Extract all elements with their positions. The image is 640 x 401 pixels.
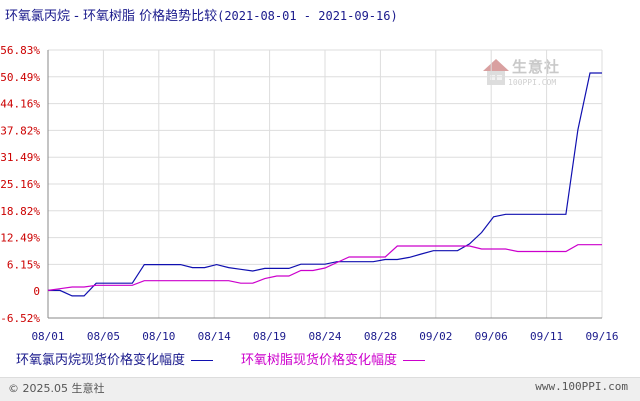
footer-site-link[interactable]: www.100PPI.com: [535, 380, 628, 393]
legend-label-2: 环氧树脂现货价格变化幅度: [241, 353, 398, 368]
legend-swatch-1: [191, 360, 214, 361]
x-tick-label: 08/10: [142, 330, 175, 343]
y-tick-label: 12.49%: [0, 232, 40, 245]
y-tick-label: 31.49%: [0, 151, 40, 164]
y-tick-label: 37.82%: [0, 124, 40, 137]
x-tick-label: 08/28: [364, 330, 397, 343]
y-tick-label: 44.16%: [0, 98, 40, 111]
legend-item-epoxy-resin: 环氧树脂现货价格变化幅度: [241, 349, 426, 368]
y-tick-label: 6.15%: [7, 258, 40, 271]
x-tick-label: 08/14: [198, 330, 231, 343]
x-tick-label: 09/06: [475, 330, 508, 343]
x-tick-label: 09/02: [419, 330, 452, 343]
y-tick-label: -6.52%: [0, 312, 40, 325]
y-tick-label: 50.49%: [0, 71, 40, 84]
line-chart: 56.83% 50.49% 44.16% 37.82% 31.49% 25.16% 18.8…: [0, 44, 618, 343]
y-tick-label: 0: [33, 285, 40, 298]
y-tick-label: 18.82%: [0, 205, 40, 218]
x-tick-label: 08/24: [308, 330, 341, 343]
x-tick-label: 08/05: [87, 330, 120, 343]
chart-grid: [47, 49, 603, 319]
x-tick-label: 09/11: [530, 330, 563, 343]
x-tick-label: 09/16: [585, 330, 618, 343]
footer-copyright: © 2025.05 生意社: [8, 382, 105, 395]
legend-item-epichlorohydrin: 环氧氯丙烷现货价格变化幅度: [16, 349, 214, 368]
y-tick-label: 25.16%: [0, 178, 40, 191]
legend-label-1: 环氧氯丙烷现货价格变化幅度: [16, 353, 186, 368]
x-tick-label: 08/19: [253, 330, 286, 343]
x-tick-label: 08/01: [31, 330, 64, 343]
legend-swatch-2: [403, 360, 426, 361]
y-tick-label: 56.83%: [0, 44, 40, 57]
x-tick-labels: 08/01 08/05 08/10 08/14 08/19 08/24 08/28 09/02…: [31, 330, 618, 343]
y-tick-labels: 56.83% 50.49% 44.16% 37.82% 31.49% 25.16% 18.8…: [0, 44, 40, 325]
